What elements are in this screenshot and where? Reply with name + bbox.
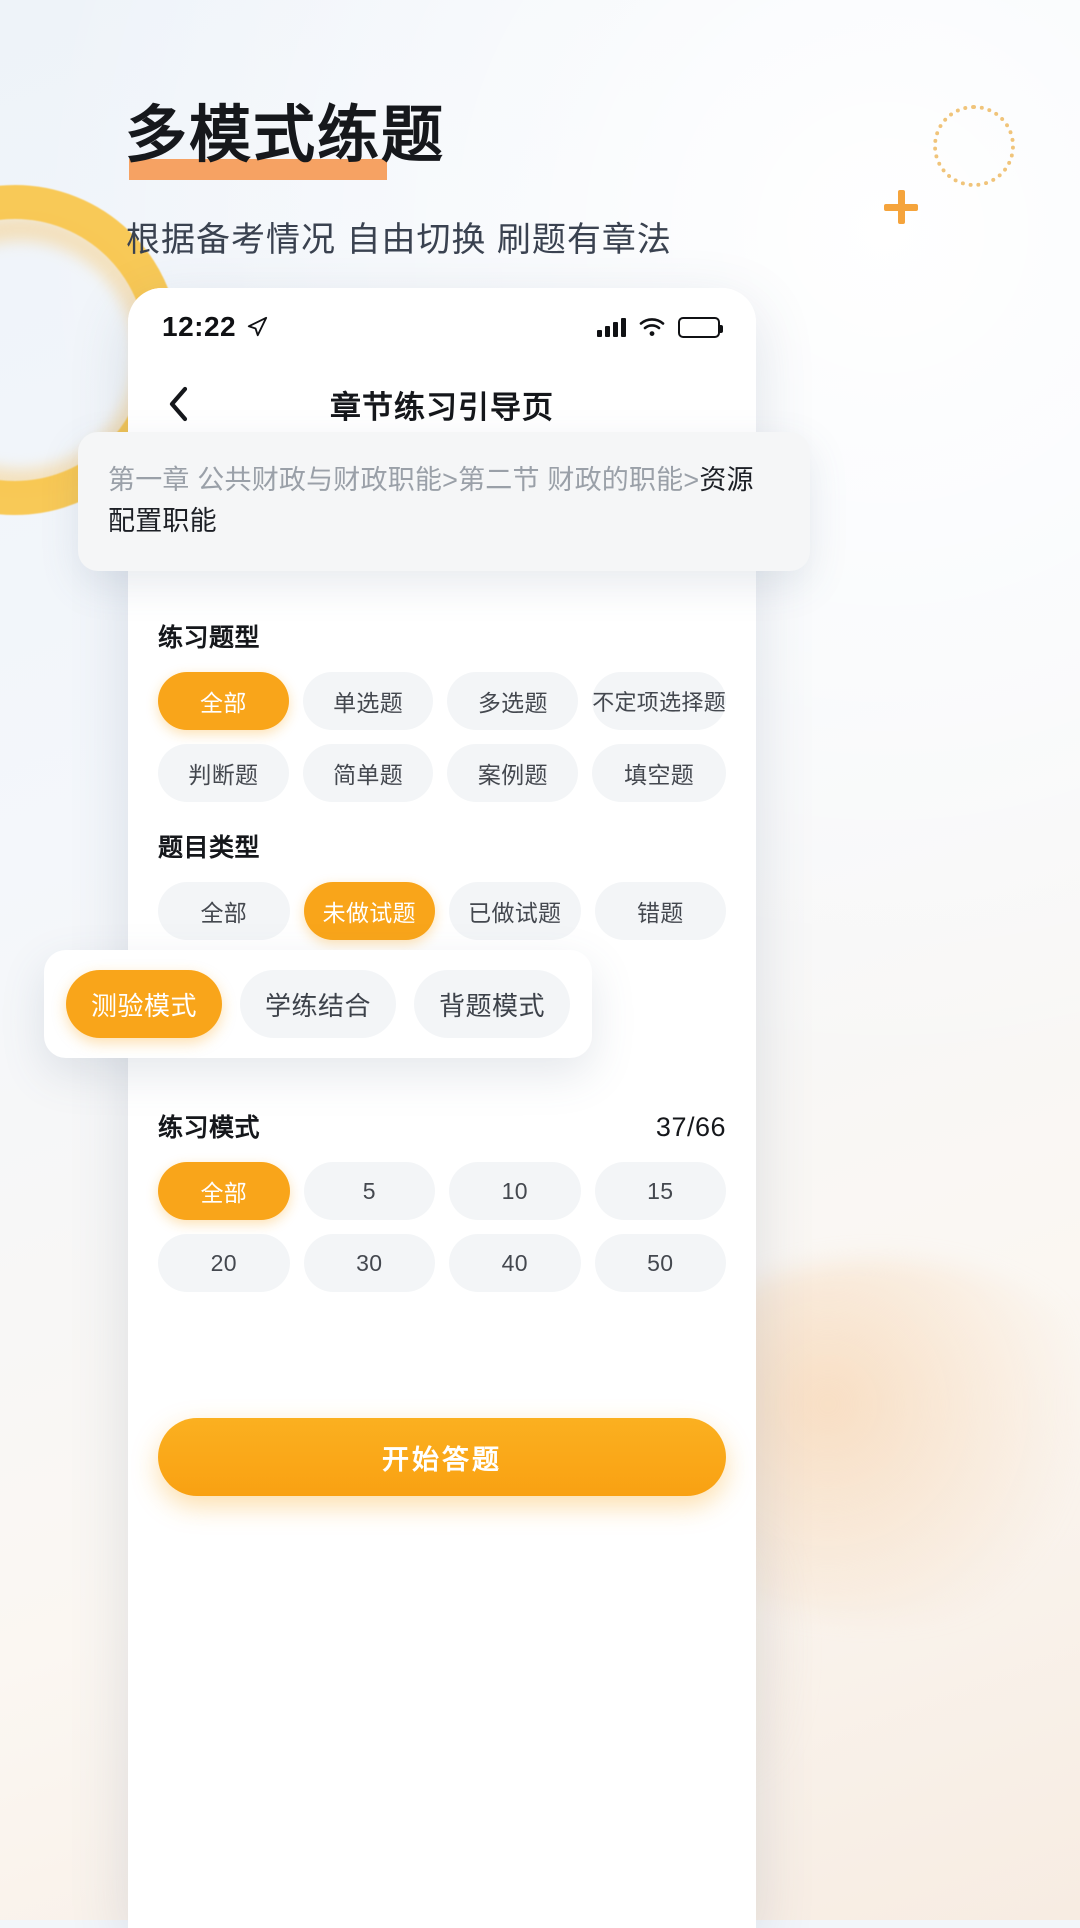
back-button[interactable]: [158, 384, 198, 424]
chip-practice-mode-6[interactable]: 40: [449, 1234, 581, 1292]
practice-mode-label: 练习模式: [158, 1114, 261, 1142]
status-bar: 12:22: [128, 288, 756, 366]
chip-question-type-7[interactable]: 填空题: [592, 744, 726, 802]
chip-practice-mode-0[interactable]: 全部: [158, 1162, 290, 1220]
chip-practice-mode-7[interactable]: 50: [594, 1234, 726, 1292]
item-type-chip-grid: 全部 未做试题 已做试题 错题: [158, 882, 726, 940]
breadcrumb: 第一章 公共财政与财政职能>第二节 财政的职能>资源配置职能: [108, 460, 780, 541]
question-type-chip-grid: 全部 单选题 多选题 不定项选择题 判断题 简单题 案例题 填空题: [158, 672, 726, 802]
chip-question-type-0[interactable]: 全部: [158, 672, 289, 730]
promo-title-text: 多模式练题: [125, 101, 446, 170]
practice-mode-count: 37/66: [655, 1112, 726, 1142]
chip-item-type-2[interactable]: 已做试题: [449, 882, 581, 940]
chip-practice-mode-3[interactable]: 15: [594, 1162, 726, 1220]
study-mode-card: 测验模式 学练结合 背题模式: [44, 950, 592, 1058]
chip-item-type-0[interactable]: 全部: [158, 882, 290, 940]
status-bar-left: 12:22: [162, 311, 268, 343]
practice-mode-header: 练习模式 37/66: [158, 1108, 726, 1144]
location-arrow-icon: [247, 316, 268, 337]
status-time: 12:22: [162, 311, 237, 342]
chip-question-type-6[interactable]: 案例题: [447, 744, 579, 802]
app-navbar: 章节练习引导页: [128, 366, 756, 442]
chip-practice-mode-4[interactable]: 20: [158, 1234, 290, 1292]
chip-question-type-4[interactable]: 判断题: [158, 744, 289, 802]
promo-subtitle: 根据备考情况 自由切换 刷题有章法: [126, 221, 672, 259]
promo-headline: 多模式练题: [125, 101, 446, 181]
cellular-signal-icon: [597, 317, 626, 337]
chip-practice-mode-5[interactable]: 30: [303, 1234, 435, 1292]
page-title: 章节练习引导页: [330, 389, 554, 425]
mode-chip-0[interactable]: 测验模式: [66, 970, 222, 1038]
chip-item-type-3[interactable]: 错题: [594, 882, 726, 940]
practice-mode-section: 练习模式 37/66 全部 5 10 15 20 30 40 50: [158, 1108, 726, 1292]
start-answering-button[interactable]: 开始答题: [158, 1418, 726, 1496]
question-type-section: 练习题型 全部 单选题 多选题 不定项选择题 判断题 简单题 案例题 填空题: [158, 618, 726, 802]
chip-practice-mode-2[interactable]: 10: [449, 1162, 581, 1220]
practice-mode-chip-grid: 全部 5 10 15 20 30 40 50: [158, 1162, 726, 1292]
plus-marker-icon: [884, 190, 918, 224]
mode-chip-2[interactable]: 背题模式: [414, 970, 570, 1038]
chevron-left-icon: [169, 386, 188, 422]
battery-full-icon: [678, 316, 723, 338]
chip-question-type-5[interactable]: 简单题: [302, 744, 434, 802]
mode-chip-1[interactable]: 学练结合: [240, 970, 396, 1038]
wifi-icon: [639, 318, 665, 336]
question-type-label: 练习题型: [158, 624, 261, 652]
decor-dotted-circle: [933, 105, 1015, 187]
breadcrumb-path: 第一章 公共财政与财政职能>第二节 财政的职能>: [108, 465, 700, 495]
chip-question-type-2[interactable]: 多选题: [447, 672, 579, 730]
breadcrumb-card[interactable]: 第一章 公共财政与财政职能>第二节 财政的职能>资源配置职能: [78, 432, 810, 571]
chip-question-type-3[interactable]: 不定项选择题: [592, 672, 726, 730]
item-type-label: 题目类型: [158, 834, 261, 862]
item-type-section: 题目类型 全部 未做试题 已做试题 错题: [158, 828, 726, 940]
start-button-container: 开始答题: [128, 1418, 756, 1496]
chip-item-type-1[interactable]: 未做试题: [303, 882, 435, 940]
status-bar-right: [597, 316, 723, 338]
chip-practice-mode-1[interactable]: 5: [303, 1162, 435, 1220]
promo-title: 多模式练题: [125, 101, 446, 181]
chip-question-type-1[interactable]: 单选题: [302, 672, 434, 730]
